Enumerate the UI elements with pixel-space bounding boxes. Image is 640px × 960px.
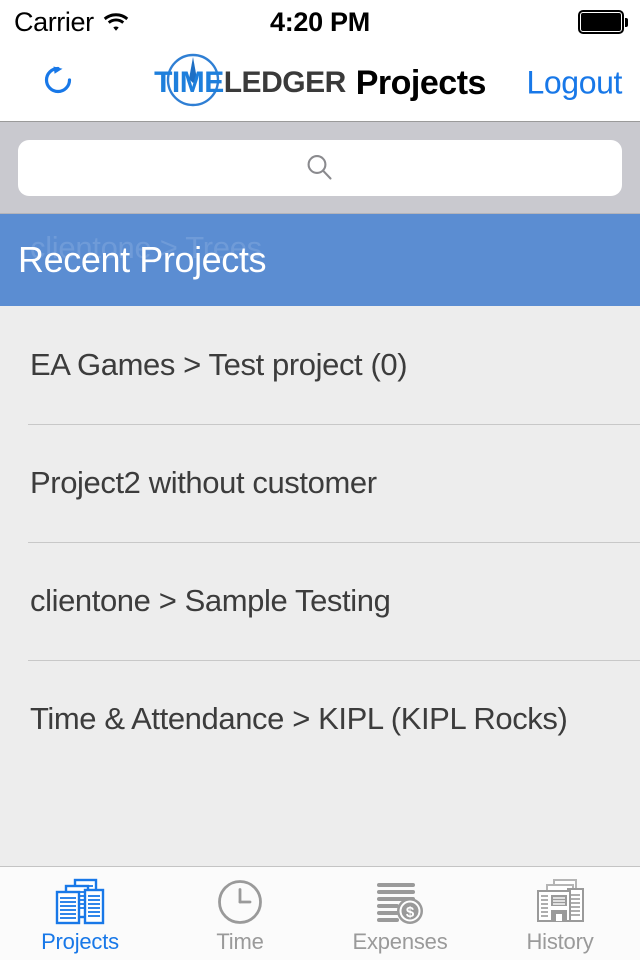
project-label: Project2 without customer <box>30 465 377 500</box>
list-item[interactable]: Time & Attendance > KIPL (KIPL Rocks) <box>0 660 640 772</box>
list-item[interactable]: Project2 without customer <box>0 424 640 542</box>
search-bar <box>0 122 640 214</box>
project-label: EA Games > Test project (0) <box>30 347 408 382</box>
logo-text-time: TIME <box>154 66 224 99</box>
tab-label: Expenses <box>352 928 448 954</box>
section-title: Recent Projects <box>18 239 267 280</box>
tab-label: Projects <box>41 928 119 954</box>
tab-label: History <box>526 928 594 954</box>
tab-time[interactable]: Time <box>160 867 320 960</box>
tab-label: Time <box>216 928 264 954</box>
projects-list[interactable]: EA Games > Test project (0) Project2 wit… <box>0 306 640 772</box>
tab-bar: Projects Time $ Expenses History <box>0 866 640 960</box>
search-field[interactable] <box>18 139 622 196</box>
tab-expenses[interactable]: $ Expenses <box>320 867 480 960</box>
status-bar: Carrier 4:20 PM <box>0 0 640 44</box>
section-header-recent-projects: clientone > Trees Recent Projects <box>0 214 640 306</box>
navigation-bar: TIMELEDGER Projects Logout <box>0 44 640 122</box>
search-input[interactable] <box>18 139 622 196</box>
clock-label: 4:20 PM <box>270 6 370 37</box>
list-item[interactable]: clientone > Sample Testing <box>0 542 640 660</box>
clock-icon <box>215 877 265 927</box>
tab-history[interactable]: History <box>480 867 640 960</box>
project-label: clientone > Sample Testing <box>30 583 391 618</box>
status-bar-right <box>578 0 628 44</box>
svg-text:$: $ <box>406 904 415 921</box>
logo-text-ledger: LEDGER <box>223 66 347 99</box>
page-title: Projects <box>355 63 487 102</box>
tab-projects[interactable]: Projects <box>0 867 160 960</box>
money-lines-icon: $ <box>373 877 427 927</box>
list-item[interactable]: EA Games > Test project (0) <box>0 306 640 424</box>
project-label: Time & Attendance > KIPL (KIPL Rocks) <box>30 701 568 736</box>
app-screen: Carrier 4:20 PM TIMELEDGER Projects Logo… <box>0 0 640 960</box>
logo-text: TIMELEDGER <box>154 66 346 100</box>
battery-full-icon <box>578 10 628 34</box>
logout-button[interactable]: Logout <box>527 64 623 101</box>
documents-stack-icon <box>51 877 109 927</box>
timeledger-logo: TIMELEDGER <box>154 53 346 113</box>
archive-stack-icon <box>532 877 588 927</box>
status-bar-center: 4:20 PM <box>0 0 640 44</box>
